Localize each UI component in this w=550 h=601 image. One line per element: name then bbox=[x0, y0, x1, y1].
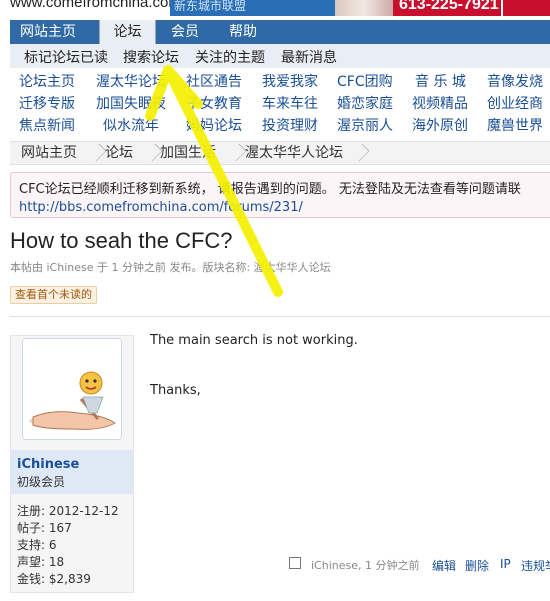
breadcrumb-separator-icon bbox=[90, 142, 100, 164]
forum-link[interactable]: 妈妈论坛 bbox=[186, 115, 242, 135]
forum-link[interactable]: 婚恋家庭 bbox=[337, 93, 393, 113]
edit-post-link[interactable]: 编辑 bbox=[432, 557, 456, 574]
breadcrumb-separator-icon bbox=[353, 142, 363, 164]
post-footer-meta: iChinese, 1 分钟之前 bbox=[311, 559, 420, 572]
tab-members[interactable]: 会员 bbox=[160, 20, 210, 44]
breadcrumb-separator-icon bbox=[230, 142, 240, 164]
forum-link[interactable]: 子女教育 bbox=[186, 93, 242, 113]
avatar[interactable] bbox=[22, 338, 122, 440]
forum-link[interactable]: 海外原创 bbox=[412, 115, 468, 135]
stat-likes: 支持: 6 bbox=[17, 538, 57, 552]
forum-link[interactable]: 焦点新闻 bbox=[19, 115, 75, 135]
tab-home[interactable]: 网站主页 bbox=[10, 20, 86, 44]
ad-phone-number[interactable]: 613-225-7921 bbox=[393, 0, 501, 16]
breadcrumb-separator-icon bbox=[146, 142, 156, 164]
forum-link[interactable]: 迁移专版 bbox=[19, 93, 75, 113]
forum-link[interactable]: 投资理财 bbox=[262, 115, 318, 135]
site-url[interactable]: www.comefromchina.com bbox=[10, 0, 181, 11]
post-body-line: Thanks, bbox=[150, 383, 201, 398]
forum-link[interactable]: 渥京丽人 bbox=[337, 115, 393, 135]
mark-forums-read-link[interactable]: 标记论坛已读 bbox=[24, 47, 108, 67]
avatar-image-icon bbox=[23, 339, 121, 439]
tab-help[interactable]: 帮助 bbox=[218, 20, 268, 44]
post-body-line: The main search is not working. bbox=[150, 333, 358, 348]
migration-notice: CFC论坛已经顺利迁移到新系统， 请报告遇到的问题。 无法登陆及无法查看等问题请… bbox=[10, 172, 550, 218]
forum-link[interactable]: 论坛主页 bbox=[19, 71, 75, 91]
sub-nav: 标记论坛已读 搜索论坛 关注的主题 最新消息 bbox=[10, 44, 550, 68]
report-post-link[interactable]: 违规举报 bbox=[521, 557, 550, 574]
tab-forum[interactable]: 论坛 bbox=[99, 20, 156, 44]
top-banner: www.comefromchina.com 新东城市联盟 613-225-792… bbox=[0, 0, 550, 18]
post-author-name[interactable]: iChinese bbox=[17, 457, 79, 472]
stat-posts: 帖子: 167 bbox=[17, 521, 72, 535]
forum-link[interactable]: 我爱我家 bbox=[262, 71, 318, 91]
forum-link[interactable]: 渥太华论坛 bbox=[96, 71, 166, 91]
main-nav: 网站主页 论坛 会员 帮助 bbox=[10, 20, 550, 44]
breadcrumb-canada-life[interactable]: 加国生活 bbox=[160, 142, 216, 164]
stat-joined: 注册: 2012-12-12 bbox=[17, 504, 119, 518]
first-unread-button[interactable]: 查看首个未读的 bbox=[10, 286, 97, 304]
post-author-rank: 初级会员 bbox=[17, 475, 66, 489]
forum-link[interactable]: 音像发烧 bbox=[487, 71, 543, 91]
notice-link[interactable]: http://bbs.comefromchina.com/forums/231/ bbox=[19, 200, 547, 215]
select-post-checkbox[interactable] bbox=[289, 557, 301, 569]
latest-news-link[interactable]: 最新消息 bbox=[281, 47, 337, 67]
forum-link[interactable]: 加国失眠夜 bbox=[96, 93, 166, 113]
ad-banner-photo[interactable] bbox=[335, 0, 393, 16]
forum-link[interactable]: 音 乐 城 bbox=[415, 71, 466, 91]
breadcrumb-ottawa-forum[interactable]: 渥太华华人论坛 bbox=[245, 142, 343, 164]
forum-link[interactable]: 似水流年 bbox=[103, 115, 159, 135]
ad-banner-text[interactable]: 新东城市联盟 bbox=[170, 0, 335, 16]
watched-threads-link[interactable]: 关注的主题 bbox=[195, 47, 265, 67]
forum-link[interactable]: CFC团购 bbox=[337, 71, 393, 91]
breadcrumb-forum[interactable]: 论坛 bbox=[105, 142, 133, 164]
notice-message: CFC论坛已经顺利迁移到新系统， 请报告遇到的问题。 无法登陆及无法查看等问题请… bbox=[19, 182, 521, 197]
forum-link[interactable]: 魔兽世界 bbox=[487, 115, 543, 135]
search-forums-link[interactable]: 搜索论坛 bbox=[123, 47, 179, 67]
thread-meta: 本帖由 iChinese 于 1 分钟之前 发布。版块名称: 渥太华华人论坛 bbox=[10, 261, 331, 274]
ip-link[interactable]: IP bbox=[500, 557, 511, 571]
breadcrumb: 网站主页 论坛 加国生活 渥太华华人论坛 bbox=[10, 141, 550, 165]
forum-link[interactable]: 社区通告 bbox=[186, 71, 242, 91]
forum-link[interactable]: 创业经商 bbox=[487, 93, 543, 113]
thread-title: How to seah the CFC? bbox=[10, 228, 233, 253]
delete-post-link[interactable]: 删除 bbox=[465, 557, 489, 574]
forum-link[interactable]: 车来车往 bbox=[262, 93, 318, 113]
stat-reputation: 声望: 18 bbox=[17, 555, 65, 569]
breadcrumb-home[interactable]: 网站主页 bbox=[21, 142, 77, 164]
ad-banner-red[interactable] bbox=[503, 0, 550, 16]
stat-money: 金钱: $2,839 bbox=[17, 572, 91, 586]
forum-link[interactable]: 视频精品 bbox=[412, 93, 468, 113]
